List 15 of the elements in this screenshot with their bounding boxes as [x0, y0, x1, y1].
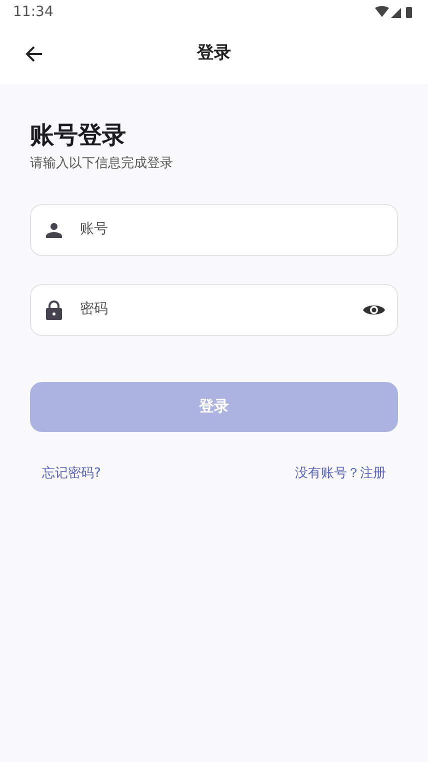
password-field[interactable]: 密码 [30, 284, 398, 336]
account-input[interactable]: 账号 [80, 219, 385, 240]
subtitle: 请输入以下信息完成登录 [30, 155, 174, 173]
password-input[interactable]: 密码 [80, 299, 345, 320]
heading: 账号登录 [30, 120, 127, 150]
person-icon [46, 222, 62, 238]
page-title: 登录 [197, 42, 231, 66]
status-time: 11:34 [13, 2, 54, 22]
lock-icon [46, 300, 62, 320]
eye-icon[interactable] [363, 302, 385, 316]
forgot-password-link[interactable]: 忘记密码? [42, 464, 101, 483]
back-arrow-icon [25, 45, 43, 63]
status-icons [375, 6, 415, 18]
register-link[interactable]: 没有账号？注册 [295, 464, 386, 483]
account-field[interactable]: 账号 [30, 204, 398, 256]
